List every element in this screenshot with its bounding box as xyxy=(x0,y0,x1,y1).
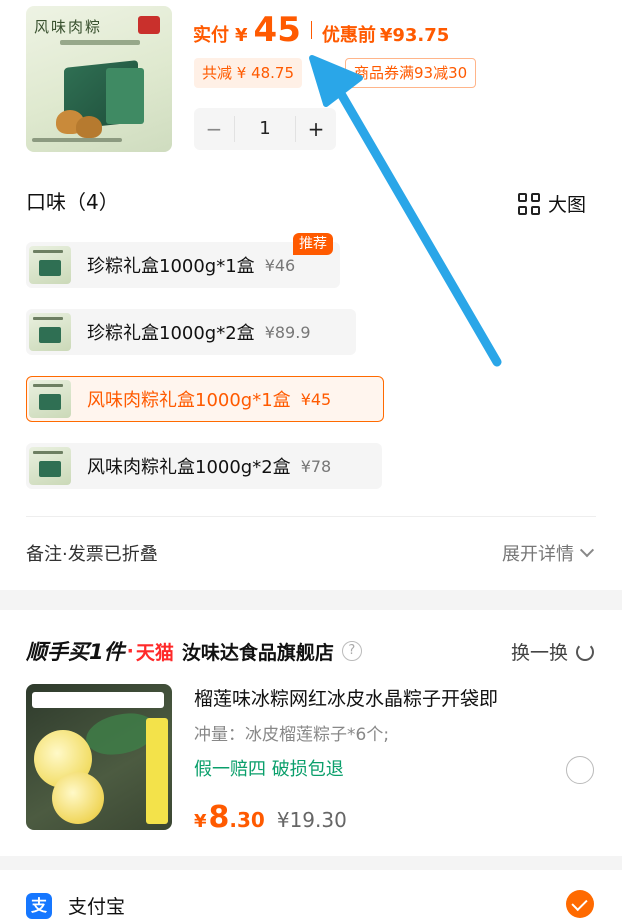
paid-value: 45 xyxy=(253,10,301,50)
thumb-caption-line xyxy=(32,138,122,142)
thumb-subline xyxy=(60,40,140,45)
addon-select-radio[interactable] xyxy=(566,756,594,784)
notes-invoice-label: 备注·发票已折叠 xyxy=(26,544,158,565)
arrow-shaft xyxy=(335,87,502,367)
total-discount-badge: 共减 ¥ 48.75 xyxy=(194,58,303,88)
flavor-section-title: 口味（4） xyxy=(26,190,119,214)
grid-icon xyxy=(518,192,540,215)
addon-brand-label: 顺手买1件 xyxy=(26,640,125,664)
payment-selected-check[interactable] xyxy=(566,890,594,918)
option-name: 风味肉粽礼盒1000g*2盒 xyxy=(87,457,291,478)
product-thumbnail: 风味肉粽 xyxy=(26,6,172,152)
swap-button[interactable]: 换一换 xyxy=(511,638,594,665)
mooncake-graphic-2 xyxy=(52,772,104,824)
option-price: ¥78 xyxy=(300,456,332,476)
addon-service-tags: 假一赔四 破损包退 xyxy=(194,759,344,780)
addon-product-spec: 冲量：冰皮榴莲粽子*6个; xyxy=(194,725,390,745)
option-thumbnail xyxy=(29,246,71,284)
flavor-option[interactable]: 风味肉粽礼盒1000g*2盒 ¥78 xyxy=(26,443,382,489)
expand-details-button[interactable]: 展开详情 xyxy=(502,540,595,566)
option-thumbnail xyxy=(29,313,71,351)
addon-dot: · xyxy=(126,640,134,662)
quantity-value[interactable]: 1 xyxy=(234,116,296,142)
flavor-option[interactable]: 珍粽礼盒1000g*2盒 ¥89.9 xyxy=(26,309,356,355)
side-banner xyxy=(146,718,168,824)
payment-row[interactable]: 支 支付宝 xyxy=(26,892,125,919)
section-divider xyxy=(26,516,596,517)
before-discount-value: ¥93.75 xyxy=(379,25,450,46)
chevron-down-icon xyxy=(579,543,595,558)
increase-button[interactable]: + xyxy=(296,117,336,141)
price-separator xyxy=(310,21,312,39)
addon-price-int: 8 xyxy=(208,800,230,835)
addon-original-price: ¥19.30 xyxy=(276,808,347,832)
tmall-label: 天猫 xyxy=(135,641,174,664)
coupon-badge[interactable]: 商品券满93减30 xyxy=(345,58,477,88)
section-gap xyxy=(0,856,622,870)
expand-details-label: 展开详情 xyxy=(502,544,574,565)
section-gap xyxy=(0,590,622,610)
addon-product-title[interactable]: 榴莲味冰粽网红冰皮水晶粽子开袋即 xyxy=(194,684,498,711)
thumb-banner xyxy=(32,692,164,708)
refresh-icon xyxy=(576,642,594,661)
gift-box-side-graphic xyxy=(106,68,144,124)
paid-currency: ¥ xyxy=(235,25,248,46)
option-thumbnail xyxy=(29,380,71,418)
decrease-button[interactable]: − xyxy=(194,117,234,141)
option-name: 风味肉粽礼盒1000g*1盒 xyxy=(87,390,291,411)
price-row: 实付 ¥ 45 优惠前 ¥93.75 xyxy=(193,10,449,50)
option-thumbnail xyxy=(29,447,71,485)
option-price: ¥46 xyxy=(264,255,296,275)
addon-product-thumbnail[interactable] xyxy=(26,684,172,830)
addon-price: ¥ 8 .30 ¥19.30 xyxy=(194,800,347,835)
option-name: 珍粽礼盒1000g*2盒 xyxy=(87,323,255,344)
quantity-stepper: − 1 + xyxy=(194,108,336,150)
option-price: ¥45 xyxy=(300,389,332,409)
addon-currency: ¥ xyxy=(194,811,207,832)
big-view-label: 大图 xyxy=(548,194,587,216)
product-thumbnail-title: 风味肉粽 xyxy=(34,18,103,36)
big-view-toggle[interactable]: 大图 xyxy=(518,190,586,217)
shop-name[interactable]: 汝味达食品旗舰店 xyxy=(182,638,334,665)
swap-label: 换一换 xyxy=(510,642,568,664)
flavor-option-selected[interactable]: 风味肉粽礼盒1000g*1盒 ¥45 xyxy=(26,376,384,422)
paid-label: 实付 xyxy=(193,25,229,46)
addon-header: 顺手买1件 · 天猫 汝味达食品旗舰店 ? xyxy=(26,636,362,666)
option-name: 珍粽礼盒1000g*1盒 xyxy=(87,256,255,277)
help-icon[interactable]: ? xyxy=(341,641,362,661)
option-price: ¥89.9 xyxy=(264,322,311,342)
before-discount-label: 优惠前 xyxy=(321,25,376,46)
zongzi-graphic-2 xyxy=(76,116,102,138)
addon-price-dec: .30 xyxy=(229,808,265,832)
payment-label: 支付宝 xyxy=(68,896,126,918)
recommend-badge: 推荐 xyxy=(293,233,333,255)
alipay-icon: 支 xyxy=(26,892,52,919)
seal-mark xyxy=(138,16,160,34)
